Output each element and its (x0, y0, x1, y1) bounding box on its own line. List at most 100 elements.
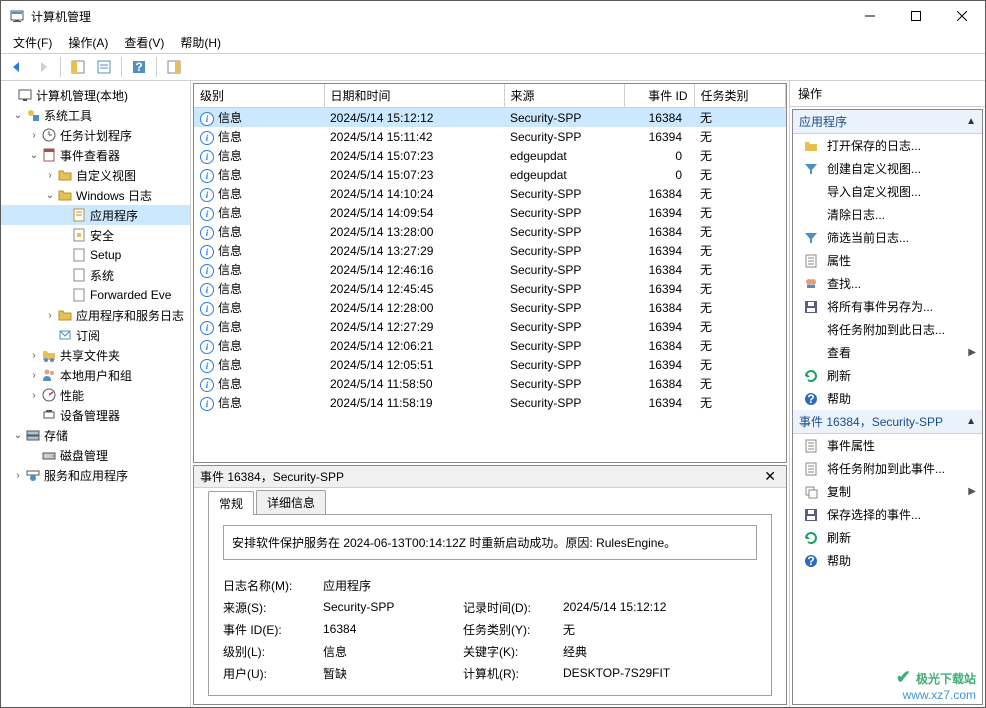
info-icon: i (200, 397, 214, 411)
table-row[interactable]: i信息2024/5/14 12:28:00Security-SPP16384无 (194, 298, 786, 317)
tree-root[interactable]: 计算机管理(本地) (1, 85, 190, 105)
action-filter[interactable]: 筛选当前日志... (793, 226, 982, 249)
minimize-button[interactable] (847, 1, 893, 31)
chevron-right-icon: ▶ (968, 486, 976, 497)
action-attachtaskevent[interactable]: 将任务附加到此事件... (793, 457, 982, 480)
forward-button[interactable] (31, 55, 55, 79)
window-title: 计算机管理 (31, 8, 847, 25)
maximize-button[interactable] (893, 1, 939, 31)
table-row[interactable]: i信息2024/5/14 14:09:54Security-SPP16394无 (194, 203, 786, 222)
action-eventprops[interactable]: 事件属性 (793, 434, 982, 457)
tree-system[interactable]: 系统 (1, 265, 190, 285)
event-message: 安排软件保护服务在 2024-06-13T00:14:12Z 时重新启动成功。原… (223, 525, 757, 560)
tree-devicemgr[interactable]: 设备管理器 (1, 405, 190, 425)
details-close-button[interactable]: ✕ (760, 468, 780, 485)
table-row[interactable]: i信息2024/5/14 15:11:42Security-SPP16394无 (194, 127, 786, 146)
info-icon: i (200, 150, 214, 164)
menu-file[interactable]: 文件(F) (5, 32, 60, 53)
svg-text:?: ? (135, 60, 142, 74)
saveas-icon (803, 299, 819, 315)
help-button[interactable]: ? (127, 55, 151, 79)
refresh-icon (803, 368, 819, 384)
table-row[interactable]: i信息2024/5/14 13:28:00Security-SPP16384无 (194, 222, 786, 241)
tree-scheduler[interactable]: ›任务计划程序 (1, 125, 190, 145)
action-help2[interactable]: ?帮助 (793, 549, 982, 572)
col-source[interactable]: 来源 (504, 84, 624, 108)
close-button[interactable] (939, 1, 985, 31)
action-group-app[interactable]: 应用程序▲ (793, 110, 982, 134)
action-view[interactable]: 查看▶ (793, 341, 982, 364)
action-refresh[interactable]: 刷新 (793, 364, 982, 387)
copy-icon (803, 484, 819, 500)
back-button[interactable] (5, 55, 29, 79)
collapse-icon[interactable]: ▲ (966, 116, 976, 127)
tree-forwarded[interactable]: Forwarded Eve (1, 285, 190, 305)
show-hide-tree-button[interactable] (66, 55, 90, 79)
info-icon: i (200, 131, 214, 145)
tree-setup[interactable]: Setup (1, 245, 190, 265)
event-grid[interactable]: 级别 日期和时间 来源 事件 ID 任务类别 i信息2024/5/14 15:1… (193, 83, 787, 463)
find-icon (803, 276, 819, 292)
filter-icon (803, 230, 819, 246)
menubar: 文件(F) 操作(A) 查看(V) 帮助(H) (1, 31, 985, 53)
table-row[interactable]: i信息2024/5/14 15:12:12Security-SPP16384无 (194, 108, 786, 128)
col-eventid[interactable]: 事件 ID (624, 84, 694, 108)
properties-button[interactable] (92, 55, 116, 79)
action-copy[interactable]: 复制▶ (793, 480, 982, 503)
tree-sharedfolders[interactable]: ›共享文件夹 (1, 345, 190, 365)
action-importview[interactable]: 导入自定义视图... (793, 180, 982, 203)
tree-systools[interactable]: ⌄系统工具 (1, 105, 190, 125)
table-row[interactable]: i信息2024/5/14 15:07:23edgeupdat0无 (194, 165, 786, 184)
col-datetime[interactable]: 日期和时间 (324, 84, 504, 108)
tree-application[interactable]: 应用程序 (1, 205, 190, 225)
show-action-pane-button[interactable] (162, 55, 186, 79)
svg-text:?: ? (807, 554, 814, 568)
menu-view[interactable]: 查看(V) (116, 32, 172, 53)
tree-subscriptions[interactable]: 订阅 (1, 325, 190, 345)
tree-appservices[interactable]: ›应用程序和服务日志 (1, 305, 190, 325)
action-refresh2[interactable]: 刷新 (793, 526, 982, 549)
tab-general[interactable]: 常规 (208, 491, 254, 515)
table-row[interactable]: i信息2024/5/14 12:05:51Security-SPP16394无 (194, 355, 786, 374)
tree-performance[interactable]: ›性能 (1, 385, 190, 405)
action-savesel[interactable]: 保存选择的事件... (793, 503, 982, 526)
tree-services[interactable]: ›服务和应用程序 (1, 465, 190, 485)
table-row[interactable]: i信息2024/5/14 14:10:24Security-SPP16384无 (194, 184, 786, 203)
table-row[interactable]: i信息2024/5/14 12:46:16Security-SPP16384无 (194, 260, 786, 279)
table-row[interactable]: i信息2024/5/14 12:27:29Security-SPP16394无 (194, 317, 786, 336)
action-open[interactable]: 打开保存的日志... (793, 134, 982, 157)
tree-eventviewer[interactable]: ⌄事件查看器 (1, 145, 190, 165)
details-pane: 事件 16384，Security-SPP ✕ 常规 详细信息 安排软件保护服务… (193, 465, 787, 705)
actions-header: 操作 (790, 81, 985, 107)
action-saveas[interactable]: 将所有事件另存为... (793, 295, 982, 318)
tree-diskmgr[interactable]: 磁盘管理 (1, 445, 190, 465)
action-clearlog[interactable]: 清除日志... (793, 203, 982, 226)
collapse-icon[interactable]: ▲ (966, 416, 976, 427)
table-row[interactable]: i信息2024/5/14 12:45:45Security-SPP16394无 (194, 279, 786, 298)
menu-action[interactable]: 操作(A) (60, 32, 116, 53)
tree-winlogs[interactable]: ⌄Windows 日志 (1, 185, 190, 205)
table-row[interactable]: i信息2024/5/14 12:06:21Security-SPP16384无 (194, 336, 786, 355)
action-help[interactable]: ?帮助 (793, 387, 982, 410)
nav-tree[interactable]: 计算机管理(本地) ⌄系统工具 ›任务计划程序 ⌄事件查看器 ›自定义视图 ⌄W… (1, 81, 191, 707)
col-taskcat[interactable]: 任务类别 (694, 84, 786, 108)
action-group-event[interactable]: 事件 16384，Security-SPP▲ (793, 410, 982, 434)
menu-help[interactable]: 帮助(H) (172, 32, 229, 53)
chevron-right-icon: ▶ (968, 347, 976, 358)
table-row[interactable]: i信息2024/5/14 11:58:50Security-SPP16384无 (194, 374, 786, 393)
action-customview[interactable]: 创建自定义视图... (793, 157, 982, 180)
tree-storage[interactable]: ⌄存储 (1, 425, 190, 445)
table-row[interactable]: i信息2024/5/14 15:07:23edgeupdat0无 (194, 146, 786, 165)
action-attachtask[interactable]: 将任务附加到此日志... (793, 318, 982, 341)
col-level[interactable]: 级别 (194, 84, 324, 108)
tab-details[interactable]: 详细信息 (256, 490, 326, 514)
tree-customviews[interactable]: ›自定义视图 (1, 165, 190, 185)
tree-security[interactable]: 安全 (1, 225, 190, 245)
action-find[interactable]: 查找... (793, 272, 982, 295)
tree-localusers[interactable]: ›本地用户和组 (1, 365, 190, 385)
help2-icon: ? (803, 553, 819, 569)
table-row[interactable]: i信息2024/5/14 11:58:19Security-SPP16394无 (194, 393, 786, 412)
help-icon: ? (803, 391, 819, 407)
table-row[interactable]: i信息2024/5/14 13:27:29Security-SPP16394无 (194, 241, 786, 260)
action-props[interactable]: 属性 (793, 249, 982, 272)
